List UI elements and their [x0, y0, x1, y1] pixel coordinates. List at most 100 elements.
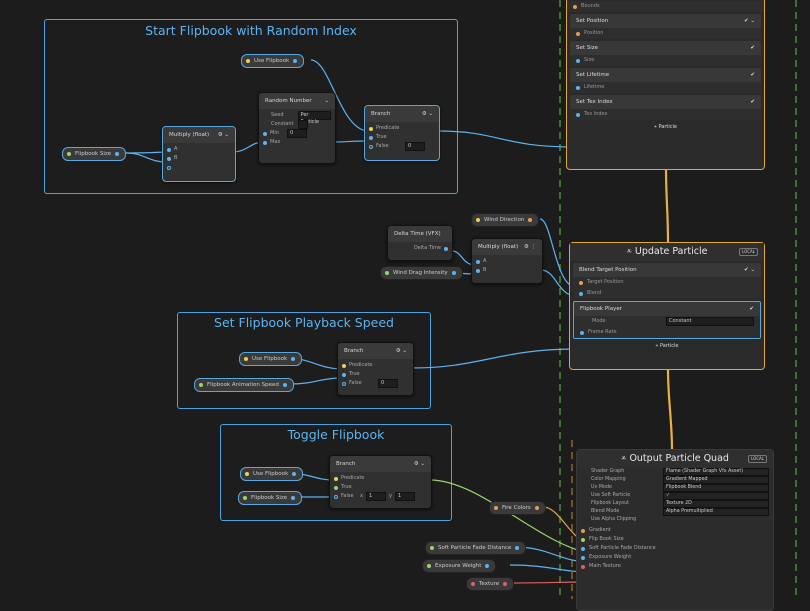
port[interactable]: [282, 383, 287, 387]
port[interactable]: [167, 147, 171, 152]
block-blend-target-position[interactable]: Blend Target Position ✔ ⌄ Target Position…: [573, 263, 761, 299]
gear-icon[interactable]: ⚙ ⌄: [396, 343, 407, 359]
setting-row[interactable]: Uv Mode Flipbook Blend: [577, 484, 773, 492]
input-slot[interactable]: Flip Book Size: [577, 535, 773, 544]
port[interactable]: [515, 546, 520, 550]
port[interactable]: [581, 555, 585, 560]
port[interactable]: [342, 381, 346, 386]
property-use-flipbook[interactable]: Use Flipbook: [239, 352, 303, 366]
node-header[interactable]: Delta Time (VFX): [388, 226, 452, 242]
node-branch[interactable]: Branch ⚙ ⌄ Predicate True False 0: [364, 105, 440, 161]
setting-value[interactable]: Flipbook Blend: [663, 484, 769, 492]
property-soft-particle-fade-distance[interactable]: Soft Particle Fade Distance: [425, 541, 527, 555]
node-header[interactable]: Branch ⚙ ⌄: [365, 106, 439, 122]
port[interactable]: [385, 271, 389, 275]
setting-value[interactable]: Flame (Shader Graph Vfx Asset): [663, 468, 769, 476]
port[interactable]: [579, 280, 583, 285]
input-slot[interactable]: Main Texture: [577, 562, 773, 571]
port[interactable]: [263, 140, 267, 145]
port[interactable]: [476, 268, 480, 273]
port[interactable]: [528, 218, 533, 222]
port[interactable]: [245, 472, 249, 476]
node-header[interactable]: Multiply (float) ⚙ ⋮: [472, 239, 542, 255]
port[interactable]: [244, 357, 248, 361]
node-branch[interactable]: Branch ⚙ ⌄ Predicate True False x 1 y 1: [329, 455, 432, 509]
input-slot[interactable]: Exposure Weight: [577, 553, 773, 562]
port[interactable]: [334, 485, 338, 490]
node-delta-time[interactable]: Delta Time (VFX) Delta Time: [387, 225, 453, 261]
port[interactable]: [167, 156, 171, 161]
false-field[interactable]: 0: [378, 379, 398, 388]
setting-row[interactable]: Shader Graph Flame (Shader Graph Vfx Asse…: [577, 468, 773, 476]
chevron-down-icon[interactable]: ⌄: [324, 93, 329, 109]
vfx-graph-canvas[interactable]: Start Flipbook with Random Index Set Fli…: [0, 0, 810, 611]
setting-value[interactable]: ✓: [663, 492, 769, 500]
port[interactable]: [581, 528, 585, 533]
port[interactable]: [342, 363, 346, 368]
port[interactable]: [576, 58, 580, 63]
gear-icon[interactable]: ⚙ ⋮: [524, 239, 536, 255]
node-random-number[interactable]: Random Number ⌄ Seed Per Particle Constant…: [258, 92, 336, 164]
node-branch[interactable]: Branch ⚙ ⌄ Predicate True False 0: [337, 342, 414, 396]
false-x-field[interactable]: 1: [365, 492, 386, 501]
port[interactable]: [293, 59, 298, 63]
node-header[interactable]: Branch ⚙ ⌄: [330, 456, 431, 472]
port[interactable]: [485, 564, 490, 568]
context-output-flow[interactable]: ⩡ Particle: [570, 341, 764, 351]
port[interactable]: [494, 506, 498, 510]
setting-value[interactable]: Alpha Premultiplied: [663, 508, 769, 516]
property-texture[interactable]: Texture: [466, 577, 515, 591]
port[interactable]: [369, 144, 373, 149]
port[interactable]: [263, 131, 267, 136]
port[interactable]: [369, 126, 373, 131]
block-flipbook-player[interactable]: Flipbook Player ✔ Mode Constant Frame Rate: [573, 301, 761, 339]
port[interactable]: [581, 564, 585, 569]
property-exposure-weight[interactable]: Exposure Weight: [422, 559, 497, 573]
setting-value[interactable]: [663, 516, 769, 522]
setting-value[interactable]: Texture 2D: [663, 500, 769, 508]
setting-row[interactable]: Use Alpha Clipping: [577, 516, 773, 524]
port[interactable]: [580, 330, 584, 335]
port[interactable]: [476, 218, 480, 222]
node-multiply[interactable]: Multiply (float) ⚙ ⌄ A B: [162, 126, 236, 182]
space-badge[interactable]: LOCAL: [739, 248, 758, 256]
port[interactable]: [334, 476, 338, 481]
port[interactable]: [573, 4, 577, 9]
block-set-lifetime[interactable]: Set Lifetime ✔ Lifetime: [570, 68, 761, 93]
check-icon[interactable]: ✔: [750, 41, 755, 55]
node-header[interactable]: Branch ⚙ ⌄: [338, 343, 413, 359]
check-icon[interactable]: ✔ ⌄: [744, 263, 755, 277]
port[interactable]: [369, 135, 373, 140]
gear-icon[interactable]: ⚙ ⌄: [414, 456, 425, 472]
false-field[interactable]: 0: [405, 142, 425, 151]
min-field[interactable]: 0: [287, 129, 307, 138]
port[interactable]: [427, 564, 431, 568]
port[interactable]: [444, 246, 448, 251]
port[interactable]: [115, 152, 120, 156]
port[interactable]: [471, 582, 475, 586]
port[interactable]: [334, 494, 338, 499]
port[interactable]: [67, 152, 71, 156]
port[interactable]: [342, 372, 346, 377]
port[interactable]: [199, 383, 203, 387]
mode-dropdown[interactable]: Constant: [666, 317, 754, 326]
setting-row[interactable]: Color Mapping Gradient Mapped: [577, 476, 773, 484]
property-use-flipbook[interactable]: Use Flipbook: [241, 54, 305, 68]
seed-dropdown[interactable]: Per Particle: [297, 111, 331, 125]
port[interactable]: [503, 582, 508, 586]
context-update-particle[interactable]: ⩡ Update Particle LOCAL Blend Target Posi…: [569, 242, 765, 370]
check-icon[interactable]: ✔: [750, 95, 755, 109]
port[interactable]: [291, 357, 296, 361]
input-slot[interactable]: Gradient: [577, 526, 773, 535]
port[interactable]: [534, 506, 539, 510]
context-output-particle-quad[interactable]: ⩡ Output Particle Quad LOCAL Shader Graph…: [576, 449, 774, 611]
check-icon[interactable]: ✔: [750, 68, 755, 82]
setting-row[interactable]: Blend Mode Alpha Premultiplied: [577, 508, 773, 516]
property-flipbook-size[interactable]: Flipbook Size: [238, 491, 303, 505]
block-set-size[interactable]: Set Size ✔ Size: [570, 41, 761, 66]
setting-row[interactable]: Flipbook Layout Texture 2D: [577, 500, 773, 508]
port[interactable]: [576, 112, 580, 117]
node-header[interactable]: Random Number ⌄: [259, 93, 335, 109]
input-slot[interactable]: Soft Particle Fade Distance: [577, 544, 773, 553]
port[interactable]: [579, 291, 583, 296]
